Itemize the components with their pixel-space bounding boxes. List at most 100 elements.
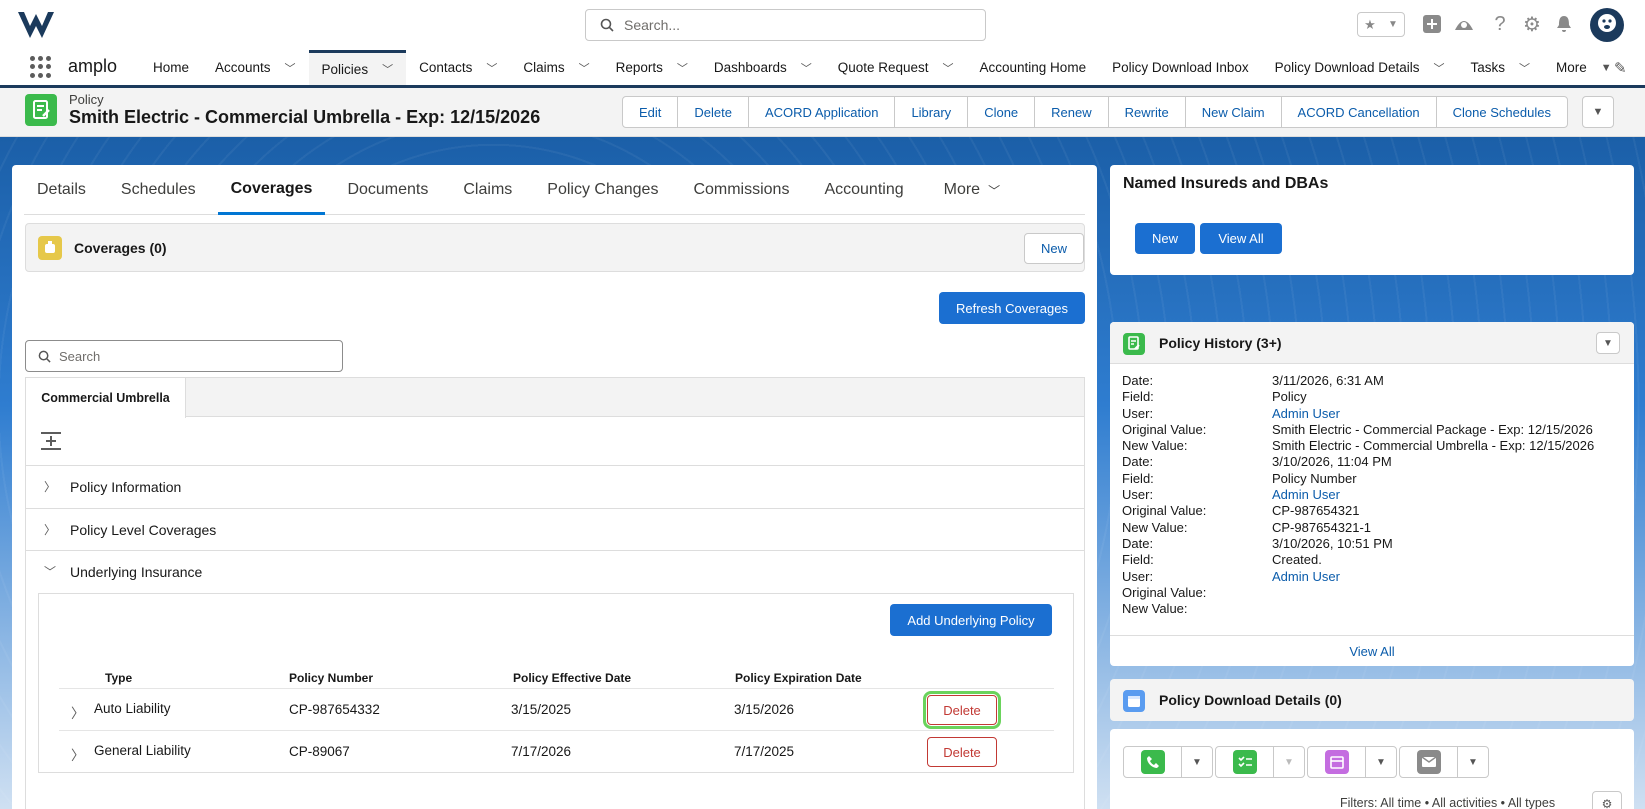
policy-history-menu-button[interactable]: ▼ xyxy=(1596,332,1620,354)
history-label: Original Value: xyxy=(1122,421,1207,437)
tab-documents[interactable]: Documents xyxy=(334,165,441,215)
more-actions-dropdown[interactable]: ▼ xyxy=(1582,96,1614,128)
caret-down-icon: ▼ xyxy=(1603,337,1613,349)
tab-coverages[interactable]: Coverages xyxy=(217,165,326,215)
history-user-link[interactable]: Admin User xyxy=(1272,406,1340,422)
log-call-button[interactable] xyxy=(1124,747,1182,777)
chevron-down-icon[interactable]: ﹀ xyxy=(486,60,497,76)
history-label: User: xyxy=(1122,487,1154,503)
nav-label: Reports xyxy=(615,60,663,75)
acord-cancellation-button[interactable]: ACORD Cancellation xyxy=(1282,97,1437,127)
history-user-link[interactable]: Admin User xyxy=(1272,487,1340,503)
section-policy-level-coverages[interactable]: 〉 Policy Level Coverages xyxy=(26,508,1084,550)
tab-policy-changes[interactable]: Policy Changes xyxy=(534,165,671,215)
chevron-down-icon[interactable]: ﹀ xyxy=(943,60,954,76)
bell-icon[interactable] xyxy=(1552,12,1576,36)
new-task-button[interactable] xyxy=(1216,747,1274,777)
rewrite-button[interactable]: Rewrite xyxy=(1109,97,1186,127)
delete-record-button[interactable]: Delete xyxy=(678,97,749,127)
email-action[interactable]: ▼ xyxy=(1399,746,1489,778)
edit-nav-pencil-icon[interactable]: ✎ xyxy=(1614,59,1627,77)
nav-label: Contacts xyxy=(419,60,473,75)
nav-item-more[interactable]: More ▼ xyxy=(1543,50,1625,85)
nav-item-dashboards[interactable]: Dashboards ﹀ xyxy=(701,50,825,85)
nav-item-tasks[interactable]: Tasks ﹀ xyxy=(1457,50,1543,85)
chevron-down-icon[interactable]: ﹀ xyxy=(285,60,296,76)
history-view-all-link[interactable]: View All xyxy=(1110,635,1634,666)
chevron-down-icon[interactable]: ﹀ xyxy=(579,60,590,76)
section-underlying-insurance[interactable]: ﹀ Underlying Insurance xyxy=(26,550,1084,592)
history-label: Field: xyxy=(1122,470,1154,486)
nav-item-claims[interactable]: Claims ﹀ xyxy=(510,50,602,85)
section-policy-information[interactable]: 〉 Policy Information xyxy=(26,465,1084,507)
new-claim-button[interactable]: New Claim xyxy=(1186,97,1282,127)
nav-item-policy-download-details[interactable]: Policy Download Details ﹀ xyxy=(1262,50,1458,85)
new-event-action[interactable]: ▼ xyxy=(1307,746,1397,778)
caret-down-icon[interactable]: ▼ xyxy=(1458,747,1488,777)
activity-settings-gear-icon[interactable]: ⚙ xyxy=(1592,791,1622,809)
column-header-effective-date: Policy Effective Date xyxy=(513,671,632,685)
app-launcher-icon[interactable] xyxy=(30,56,52,78)
chevron-right-icon[interactable]: 〉 xyxy=(71,744,85,764)
nav-item-home[interactable]: Home xyxy=(140,50,202,85)
row-expiration-date: 7/17/2025 xyxy=(734,744,795,759)
expand-all-icon[interactable] xyxy=(40,431,62,454)
email-button[interactable] xyxy=(1400,747,1458,777)
new-event-button[interactable] xyxy=(1308,747,1366,777)
history-user-link[interactable]: Admin User xyxy=(1272,569,1340,585)
edit-button[interactable]: Edit xyxy=(623,97,679,127)
activity-filters-text[interactable]: Filters: All time • All activities • All… xyxy=(1340,796,1555,809)
chevron-down-icon[interactable]: ﹀ xyxy=(1433,60,1444,76)
help-icon[interactable]: ? xyxy=(1488,12,1512,36)
tab-commissions[interactable]: Commissions xyxy=(680,165,802,215)
nav-item-reports[interactable]: Reports ﹀ xyxy=(603,50,701,85)
subtab-commercial-umbrella[interactable]: Commercial Umbrella xyxy=(26,378,186,418)
library-button[interactable]: Library xyxy=(895,97,969,127)
clone-button[interactable]: Clone xyxy=(968,97,1036,127)
caret-down-icon[interactable]: ▼ xyxy=(1182,747,1212,777)
tab-details[interactable]: Details xyxy=(24,165,99,215)
nav-label: Claims xyxy=(523,60,565,75)
tab-schedules[interactable]: Schedules xyxy=(108,165,209,215)
nav-item-quote-request[interactable]: Quote Request ﹀ xyxy=(825,50,967,85)
chevron-down-icon[interactable]: ﹀ xyxy=(382,61,393,77)
nav-item-policy-download-inbox[interactable]: Policy Download Inbox xyxy=(1099,50,1262,85)
view-all-named-insureds-button[interactable]: View All xyxy=(1200,223,1282,254)
nav-item-accounting-home[interactable]: Accounting Home xyxy=(967,50,1100,85)
renew-button[interactable]: Renew xyxy=(1035,97,1109,127)
favorites-button[interactable]: ★ ▼ xyxy=(1357,12,1405,37)
clone-schedules-button[interactable]: Clone Schedules xyxy=(1437,97,1567,127)
nav-label: Accounts xyxy=(215,60,271,75)
amplo-logo-icon[interactable] xyxy=(16,8,58,42)
caret-down-icon[interactable]: ▼ xyxy=(1601,62,1612,74)
search-placeholder: Search xyxy=(59,348,101,364)
add-underlying-policy-button[interactable]: Add Underlying Policy xyxy=(890,604,1052,636)
chevron-down-icon[interactable]: ﹀ xyxy=(1519,60,1530,76)
log-call-action[interactable]: ▼ xyxy=(1123,746,1213,778)
activity-card: ▼ ▼ ▼ ▼ Filters: All time • All activiti… xyxy=(1110,729,1634,809)
gear-icon[interactable]: ⚙ xyxy=(1520,12,1544,36)
new-coverage-button[interactable]: New xyxy=(1024,233,1084,264)
delete-row-button[interactable]: Delete xyxy=(927,737,997,767)
caret-down-icon[interactable]: ▼ xyxy=(1366,747,1396,777)
search-icon xyxy=(600,18,614,32)
user-avatar[interactable] xyxy=(1590,8,1624,42)
new-named-insured-button[interactable]: New xyxy=(1135,223,1195,254)
acord-application-button[interactable]: ACORD Application xyxy=(749,97,896,127)
coverages-search-input[interactable]: Search xyxy=(25,340,343,372)
nav-item-accounts[interactable]: Accounts ﹀ xyxy=(202,50,309,85)
delete-row-button[interactable]: Delete xyxy=(923,691,1001,729)
tab-claims[interactable]: Claims xyxy=(450,165,525,215)
global-search-input[interactable]: Search... xyxy=(585,9,986,41)
chevron-right-icon[interactable]: 〉 xyxy=(71,702,85,722)
chevron-down-icon[interactable]: ﹀ xyxy=(677,60,688,76)
nav-item-contacts[interactable]: Contacts ﹀ xyxy=(406,50,510,85)
global-actions-icon[interactable] xyxy=(1420,12,1444,36)
new-task-action[interactable]: ▼ xyxy=(1215,746,1305,778)
nav-item-policies[interactable]: Policies ﹀ xyxy=(308,50,407,85)
trailhead-icon[interactable] xyxy=(1452,12,1476,36)
tab-accounting[interactable]: Accounting xyxy=(811,165,916,215)
tab-more[interactable]: More ﹀ xyxy=(931,165,1013,215)
chevron-down-icon[interactable]: ﹀ xyxy=(801,60,812,76)
refresh-coverages-button[interactable]: Refresh Coverages xyxy=(939,292,1085,324)
